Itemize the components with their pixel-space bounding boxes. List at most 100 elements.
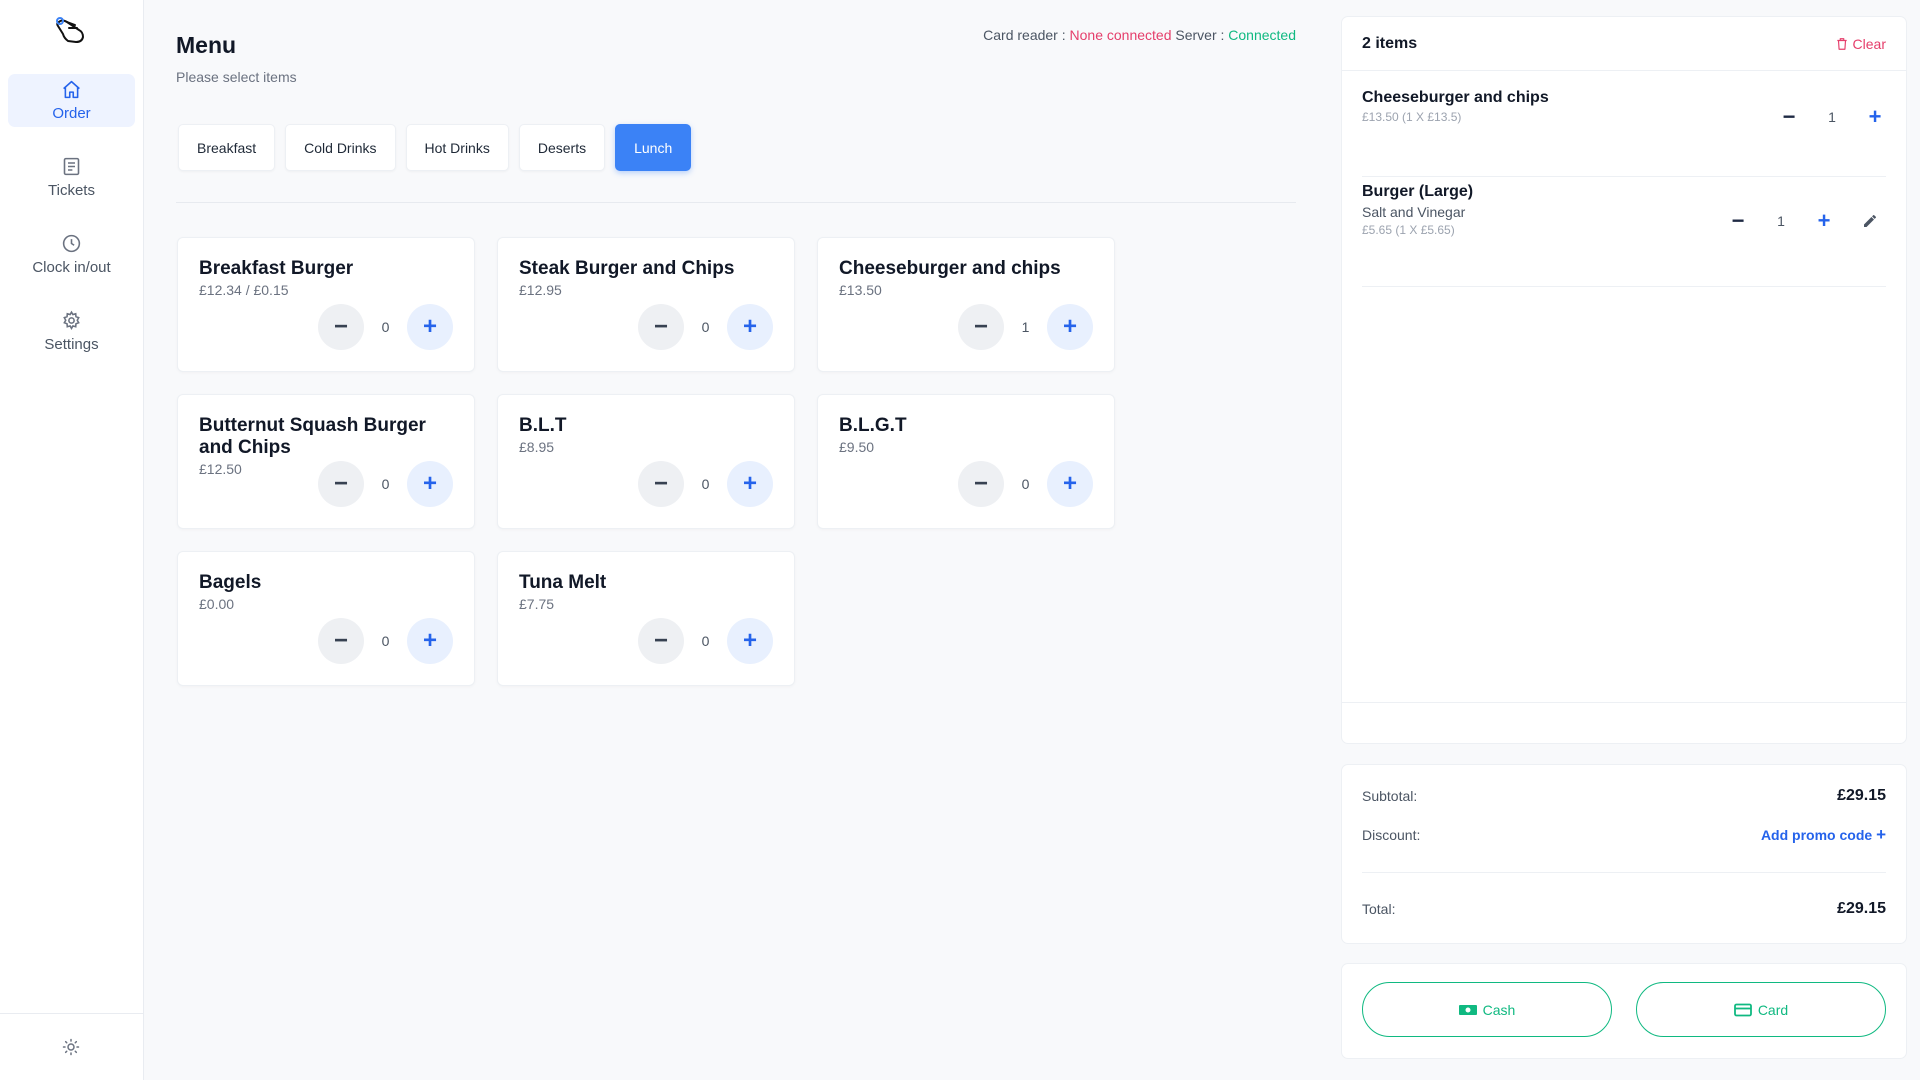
sidebar-item-tickets[interactable]: Tickets (8, 151, 135, 204)
quantity-value: 0 (701, 633, 710, 649)
increment-button[interactable]: + (407, 618, 453, 664)
pointing-hand-logo-icon[interactable] (53, 16, 93, 46)
cart-item-qty: 1 (1828, 109, 1836, 125)
page-title: Menu (176, 32, 237, 58)
increment-button[interactable]: + (727, 461, 773, 507)
menu-item-name: Steak Burger and Chips (519, 258, 735, 279)
clear-cart-button[interactable]: Clear (1835, 36, 1886, 52)
category-tabs: Breakfast Cold Drinks Hot Drinks Deserts… (178, 124, 692, 171)
increment-button[interactable]: + (727, 304, 773, 350)
decrement-button[interactable]: − (958, 304, 1004, 350)
menu-item-card: B.L.T £8.95 − 0 + (497, 394, 795, 529)
increment-button[interactable]: + (407, 461, 453, 507)
quantity-value: 0 (1021, 476, 1030, 492)
cart-item-name: Burger (Large) (1362, 183, 1474, 200)
connection-status: Card reader : None connected Server : Co… (983, 27, 1296, 43)
sidebar-item-clock[interactable]: Clock in/out (8, 228, 135, 281)
menu-item-price: £0.00 (199, 596, 235, 612)
menu-item-price: £7.75 (519, 596, 555, 612)
cart-item-stepper: − 1 + (1722, 205, 1886, 237)
tab-cold-drinks[interactable]: Cold Drinks (285, 124, 396, 171)
plus-icon: + (1876, 825, 1886, 844)
discount-label: Discount: (1362, 827, 1421, 843)
quantity-stepper: − 0 + (318, 618, 453, 664)
increment-button[interactable]: + (1047, 461, 1093, 507)
menu-item-price: £12.34 / £0.15 (199, 282, 289, 298)
clock-icon (62, 234, 81, 253)
menu-item-name: B.L.T (519, 415, 567, 436)
sidebar-item-settings[interactable]: Settings (8, 305, 135, 358)
cart-item: Burger (Large) Salt and Vinegar £5.65 (1… (1362, 183, 1886, 287)
increment-button[interactable]: + (1047, 304, 1093, 350)
tab-hot-drinks[interactable]: Hot Drinks (405, 124, 509, 171)
decrement-button[interactable]: − (638, 461, 684, 507)
increment-button[interactable]: + (407, 304, 453, 350)
page-subtitle: Please select items (176, 69, 297, 85)
cart-panel: 2 items Clear Cheeseburger and chips £13… (1341, 16, 1907, 744)
summary-divider (1362, 872, 1886, 873)
increment-button[interactable]: + (1859, 101, 1891, 133)
menu-item-name: Breakfast Burger (199, 258, 354, 279)
quantity-value: 0 (381, 476, 390, 492)
card-label: Card (1757, 1001, 1789, 1018)
menu-item-card: Butternut Squash Burger and Chips £12.50… (177, 394, 475, 529)
cart-item-count: 2 items (1362, 34, 1418, 52)
menu-item-price: £8.95 (519, 439, 555, 455)
quantity-value: 0 (381, 633, 390, 649)
card-reader-status: None connected (1069, 27, 1172, 43)
menu-item-card: Bagels £0.00 − 0 + (177, 551, 475, 686)
menu-item-card: B.L.G.T £9.50 − 0 + (817, 394, 1115, 529)
increment-button[interactable]: + (1808, 205, 1840, 237)
menu-item-card: Cheeseburger and chips £13.50 − 1 + (817, 237, 1115, 372)
menu-item-card: Breakfast Burger £12.34 / £0.15 − 0 + (177, 237, 475, 372)
sidebar: Order Tickets Clock in/out Settings (0, 0, 144, 1080)
quantity-value: 1 (1021, 319, 1030, 335)
decrement-button[interactable]: − (318, 461, 364, 507)
home-icon (63, 80, 80, 99)
card-reader-label: Card reader : (983, 27, 1066, 43)
menu-item-card: Tuna Melt £7.75 − 0 + (497, 551, 795, 686)
quantity-stepper: − 0 + (638, 618, 773, 664)
decrement-button[interactable]: − (958, 461, 1004, 507)
quantity-stepper: − 0 + (318, 461, 453, 507)
cart-item: Cheeseburger and chips £13.50 (1 X £13.5… (1362, 89, 1886, 177)
section-divider (176, 202, 1296, 203)
menu-item-name: B.L.G.T (839, 415, 907, 436)
decrement-button[interactable]: − (1722, 205, 1754, 237)
total-row: Total: £29.15 (1362, 900, 1886, 918)
menu-item-price: £13.50 (839, 282, 882, 298)
sidebar-item-label: Tickets (48, 182, 95, 199)
cart-item-stepper: − 1 + (1773, 101, 1891, 133)
tab-deserts[interactable]: Deserts (518, 124, 606, 171)
decrement-button[interactable]: − (638, 618, 684, 664)
discount-row: Discount: Add promo code + (1362, 825, 1886, 845)
cash-button[interactable]: Cash (1362, 982, 1612, 1037)
menu-item-price: £9.50 (839, 439, 875, 455)
decrement-button[interactable]: − (318, 618, 364, 664)
trash-icon (1836, 37, 1847, 50)
sun-icon[interactable] (62, 1038, 80, 1056)
menu-grid: Breakfast Burger £12.34 / £0.15 − 0 + St… (177, 237, 1115, 686)
menu-item-price: £12.95 (519, 282, 562, 298)
server-status: Connected (1228, 27, 1296, 43)
decrement-button[interactable]: − (318, 304, 364, 350)
tab-lunch[interactable]: Lunch (615, 124, 692, 171)
decrement-button[interactable]: − (1773, 101, 1805, 133)
increment-button[interactable]: + (727, 618, 773, 664)
cash-icon (1458, 1004, 1477, 1015)
order-summary: Subtotal: £29.15 Discount: Add promo cod… (1341, 764, 1907, 944)
quantity-value: 0 (381, 319, 390, 335)
edit-item-button[interactable] (1854, 205, 1886, 237)
gear-icon (63, 310, 80, 330)
subtotal-row: Subtotal: £29.15 (1362, 787, 1886, 805)
quantity-stepper: − 0 + (958, 461, 1093, 507)
tab-breakfast[interactable]: Breakfast (178, 124, 276, 171)
card-button[interactable]: Card (1636, 982, 1886, 1037)
subtotal-label: Subtotal: (1362, 788, 1418, 804)
sidebar-divider (0, 1013, 144, 1014)
sidebar-item-order[interactable]: Order (8, 74, 135, 127)
menu-item-name: Butternut Squash Burger and Chips (199, 415, 426, 458)
add-promo-code-button[interactable]: Add promo code + (1761, 825, 1886, 845)
cart-footer-divider (1342, 702, 1906, 703)
decrement-button[interactable]: − (638, 304, 684, 350)
